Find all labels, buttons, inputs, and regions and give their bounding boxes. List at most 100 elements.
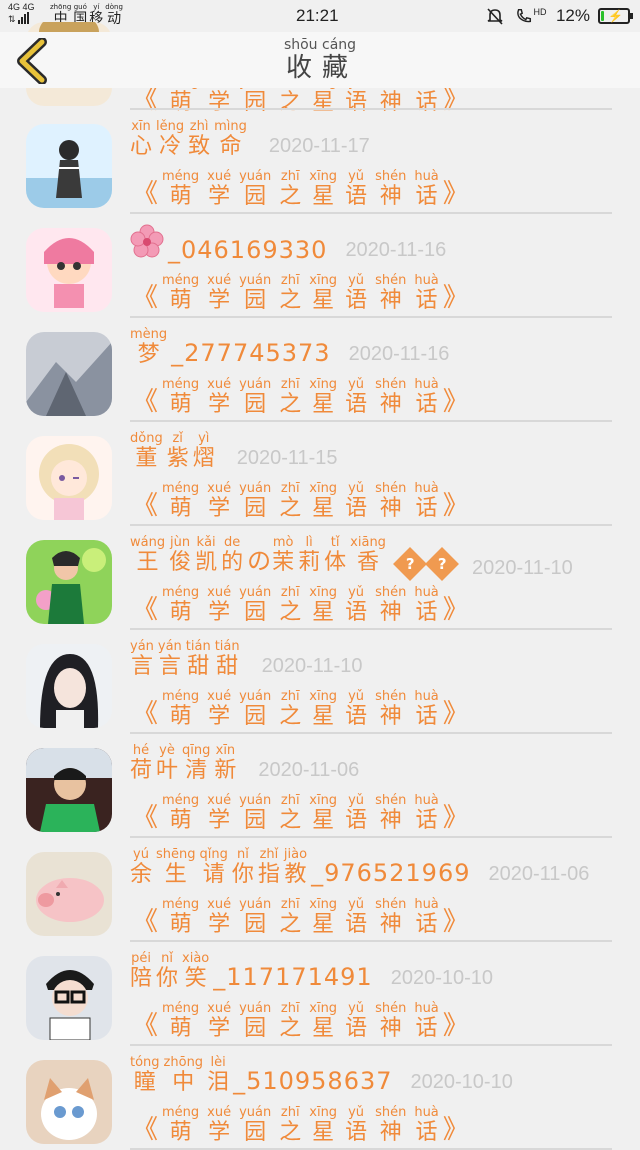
source-char: 话huà [414, 169, 439, 209]
open-bracket: 《 [132, 491, 159, 521]
name-char-pinyin: zhōng [163, 1055, 204, 1070]
name-char-pinyin: lèi [207, 1055, 230, 1070]
list-item[interactable]: _046169330 2020-11-16 《萌méng 学xué 园yuán 之zhī 星… [0, 214, 640, 318]
open-bracket: 《 [132, 283, 159, 313]
source-char: 话huà [414, 273, 439, 313]
source-char: 语yǔ [345, 897, 368, 937]
name-char: 致zhì [188, 119, 211, 159]
avatar[interactable] [26, 1060, 112, 1144]
list-item[interactable]: 瞳tóng中zhōng泪lèi_510958637 2020-10-10 《萌mén… [0, 1046, 640, 1150]
source-char-pinyin: yuán [239, 793, 272, 808]
avatar[interactable] [26, 852, 112, 936]
close-bracket: 》 [442, 595, 469, 625]
user-name: 瞳tóng中zhōng泪lèi_510958637 [130, 1055, 393, 1096]
source-char: 萌méng [162, 1001, 200, 1041]
name-char-pinyin: tóng [130, 1055, 160, 1070]
source-char-pinyin: huà [414, 585, 439, 600]
list-item[interactable]: 梦mèng_277745373 2020-11-16 《萌méng 学xué 园yuán… [0, 318, 640, 422]
source-char: 神shén [375, 169, 407, 209]
source-char: 语yǔ [345, 689, 368, 729]
avatar[interactable] [26, 540, 112, 624]
source-char-pinyin: méng [162, 1001, 200, 1016]
avatar[interactable] [26, 748, 112, 832]
source-char: 话huà [414, 481, 439, 521]
source-char: 园yuán [239, 897, 272, 937]
source-char: 萌méng [162, 793, 200, 833]
name-char: 言yán [157, 639, 182, 679]
name-char-pinyin: tǐ [324, 535, 347, 550]
source-char: 之zhī [279, 169, 302, 209]
name-char: 瞳tóng [130, 1055, 160, 1095]
date: 2020-11-15 [236, 447, 338, 469]
status-right: HD 12% ⚡ [484, 6, 633, 26]
page-title-text: 收藏 [283, 53, 357, 83]
source-char-pinyin: zhī [279, 481, 302, 496]
name-char-pinyin: jiào [283, 847, 308, 862]
name-char-pinyin: mò [272, 535, 295, 550]
source-char-pinyin: xīng [309, 1001, 338, 1016]
list-item[interactable]: 王wáng俊jùn凯kǎi的deの茉mò莉lì体tǐ香xiāng?? 2020-1… [0, 526, 640, 630]
source-char: 园yuán [239, 273, 272, 313]
avatar[interactable] [26, 956, 112, 1040]
name-char-pinyin: kǎi [195, 535, 218, 550]
list-item[interactable]: 董dǒng紫zǐ熠yì 2020-11-15 《萌méng 学xué 园yuán 之zhī… [0, 422, 640, 526]
source-title: 《萌méng 学xué 园yuán 之zhī 星xīng 语yǔ 神shén 话huà》 [132, 273, 469, 314]
item-header: 陪péi你nǐ笑xiào_117171491 2020-10-10 [130, 951, 493, 992]
list-item[interactable]: 言yán言yán甜tián甜tián 2020-11-10 《萌méng 学xué 园y… [0, 630, 640, 734]
item-header: 王wáng俊jùn凯kǎi的deの茉mò莉lì体tǐ香xiāng?? 2020-1… [130, 535, 573, 582]
source-char: 神shén [375, 273, 407, 313]
name-char-pinyin: wáng [130, 535, 166, 550]
name-char: 中zhōng [163, 1055, 204, 1095]
avatar[interactable] [26, 124, 112, 208]
source-char: 萌méng [162, 169, 200, 209]
source-char: 学xué [207, 1105, 232, 1145]
source-char: 学xué [207, 273, 232, 313]
close-bracket: 》 [442, 1011, 469, 1041]
source-char: 园yuán [239, 169, 272, 209]
source-char: 星xīng [309, 481, 338, 521]
source-char: 神shén [375, 689, 407, 729]
source-char: 园yuán [239, 481, 272, 521]
source-char-pinyin: xué [207, 169, 232, 184]
source-char-pinyin: zhī [279, 377, 302, 392]
source-char: 萌méng [162, 377, 200, 417]
source-char-pinyin: zhī [279, 689, 302, 704]
name-char: 甜tián [185, 639, 211, 679]
list-item[interactable]: 余yú生shēng请qǐng你nǐ指zhǐ教jiào_976521969 2020… [0, 838, 640, 942]
source-char-pinyin: yǔ [345, 793, 368, 808]
source-title: 《萌méng 学xué 园yuán 之zhī 星xīng 语yǔ 神shén 话huà》 [132, 897, 469, 938]
list-item[interactable]: 心xīn冷lěng致zhì命mìng 2020-11-17 《萌méng 学xué 园y… [0, 110, 640, 214]
list-item[interactable]: 陪péi你nǐ笑xiào_117171491 2020-10-10 《萌méng 学x… [0, 942, 640, 1046]
source-char: 之zhī [279, 585, 302, 625]
user-name: 言yán言yán甜tián甜tián [130, 639, 244, 680]
source-char: 话huà [414, 585, 439, 625]
list-item[interactable]: 荷hé叶yè清qīng新xīn 2020-11-06 《萌méng 学xué 园yuán… [0, 734, 640, 838]
source-char: 之zhī [279, 793, 302, 833]
source-char-pinyin: méng [162, 689, 200, 704]
avatar[interactable] [26, 228, 112, 312]
source-char-pinyin: méng [162, 897, 200, 912]
carrier-char-pinyin: zhōng [50, 3, 72, 11]
source-char: 话huà [414, 1105, 439, 1145]
source-char-pinyin: yuán [239, 273, 272, 288]
source-char: 萌méng [162, 273, 200, 313]
source-char: 之zhī [279, 689, 302, 729]
source-char: 萌méng [162, 585, 200, 625]
name-char-pinyin: xiāng [350, 535, 386, 550]
name-char-pinyin: tián [214, 639, 240, 654]
avatar[interactable] [26, 644, 112, 728]
source-char-pinyin: yǔ [345, 481, 368, 496]
name-char: 泪lèi [207, 1055, 230, 1095]
open-bracket: 《 [132, 595, 159, 625]
source-char-pinyin: yǔ [345, 585, 368, 600]
source-char: 星xīng [309, 1105, 338, 1145]
name-char: 新xīn [214, 743, 237, 783]
source-char-pinyin: yuán [239, 377, 272, 392]
name-char-pinyin: tián [185, 639, 211, 654]
source-char: 萌méng [162, 481, 200, 521]
page-title-pinyin: shōu cáng [283, 37, 357, 53]
avatar[interactable] [26, 436, 112, 520]
source-char-pinyin: yǔ [345, 689, 368, 704]
avatar[interactable] [26, 332, 112, 416]
network-indicator: 4G 4G ⇅ [8, 3, 44, 24]
